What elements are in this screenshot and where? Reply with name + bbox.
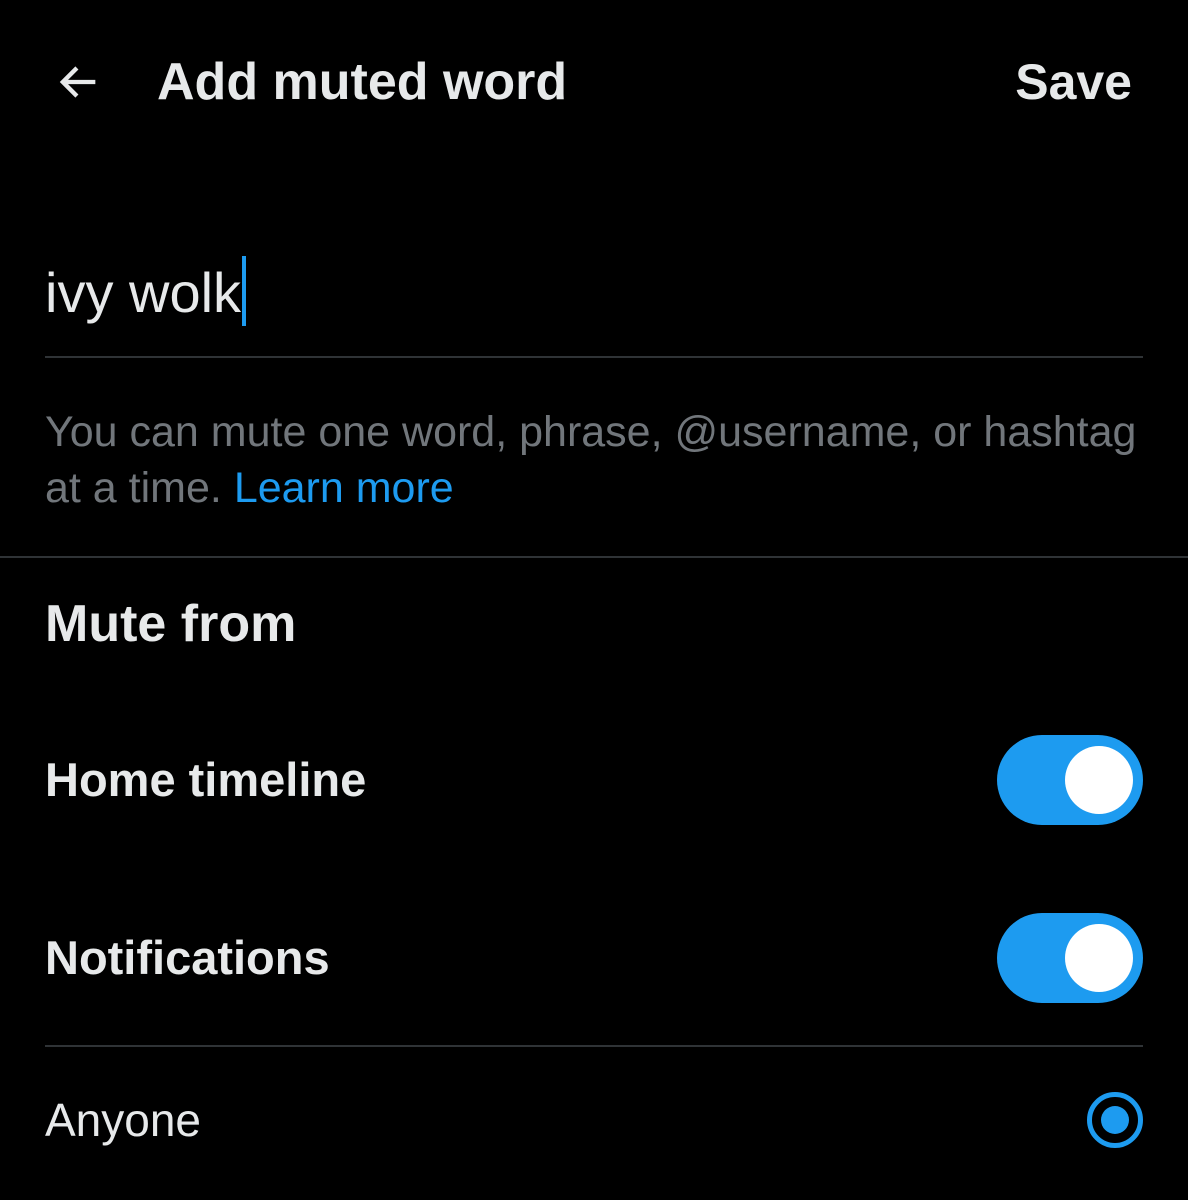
notifications-toggle[interactable] [997,913,1143,1003]
home-timeline-toggle[interactable] [997,735,1143,825]
notifications-row[interactable]: Notifications [45,912,1143,1004]
save-button[interactable]: Save [1015,50,1132,114]
muted-word-field[interactable]: ivy wolk [45,250,1143,358]
home-timeline-row[interactable]: Home timeline [45,734,1143,826]
notifications-label: Notifications [45,931,330,984]
back-button[interactable] [40,44,116,120]
toggle-knob [1065,924,1133,992]
text-cursor [242,256,247,326]
arrow-left-icon [59,66,96,98]
top-app-bar: Add muted word Save [0,0,1188,164]
learn-more-link[interactable]: Learn more [234,464,454,512]
audience-anyone-row[interactable]: Anyone [45,1088,1143,1152]
page-title: Add muted word [157,53,568,111]
muted-word-input[interactable]: ivy wolk [45,256,247,329]
anyone-label: Anyone [45,1094,202,1146]
home-timeline-label: Home timeline [45,753,367,806]
section-divider [0,556,1188,558]
options-divider [45,1045,1143,1047]
help-description: You can mute one word, phrase, @username… [45,408,1137,512]
toggle-knob [1065,746,1133,814]
muted-word-value: ivy wolk [45,261,242,324]
mute-from-heading: Mute from [45,595,297,653]
help-text: You can mute one word, phrase, @username… [45,404,1143,516]
anyone-radio[interactable] [1087,1092,1143,1148]
radio-selected-dot [1101,1106,1129,1134]
